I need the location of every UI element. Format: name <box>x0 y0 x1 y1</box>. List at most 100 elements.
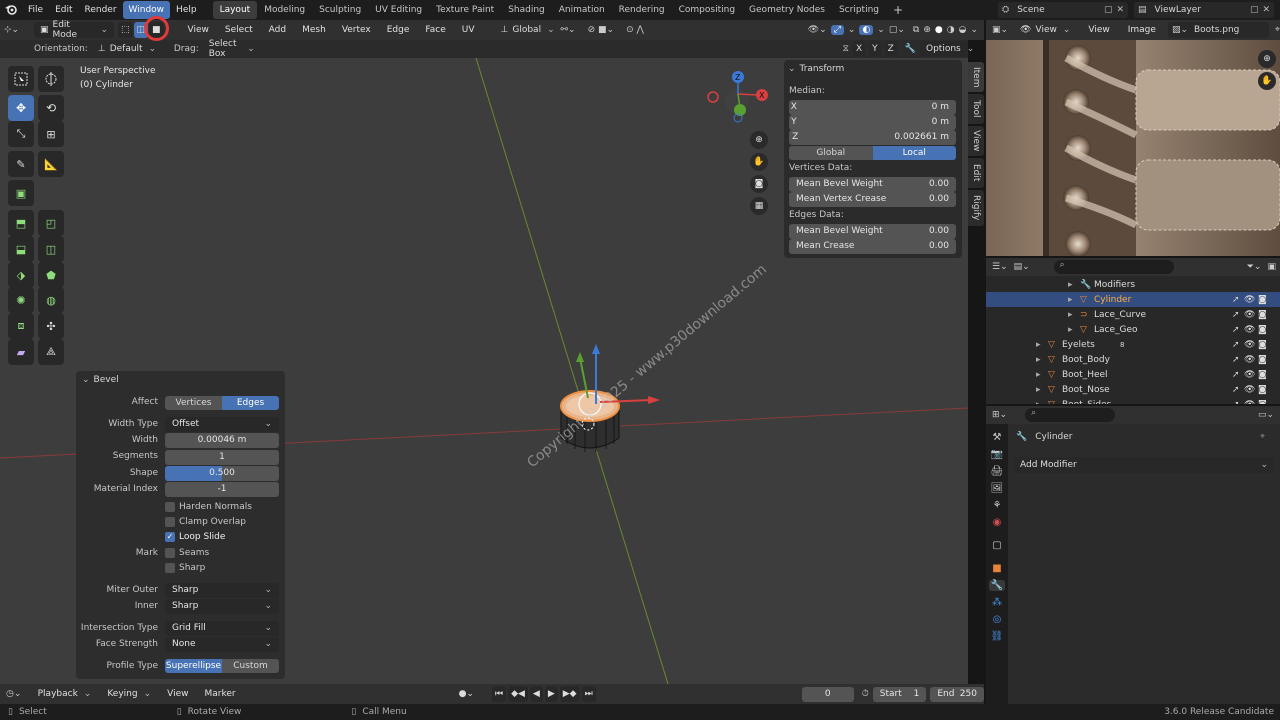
sharp-checkbox[interactable]: Sharp <box>165 563 205 573</box>
tab-scripting[interactable]: Scripting <box>832 1 886 19</box>
snap-icon[interactable]: ⊘ ■⌄ <box>588 25 614 35</box>
select-arrow-icon[interactable]: ➚ <box>1232 295 1240 305</box>
current-frame-field[interactable]: 0 <box>801 686 854 702</box>
mean-crease-field[interactable]: Mean Crease 0.00 <box>789 239 956 254</box>
profile-custom-toggle[interactable]: Custom <box>222 659 279 673</box>
timeline-view-menu[interactable]: View <box>161 685 194 703</box>
copy-icon[interactable]: ▢ <box>1250 5 1259 15</box>
menu-window[interactable]: Window <box>122 1 171 19</box>
mode-dropdown[interactable]: ▣ Edit Mode <box>34 20 114 40</box>
material-shading-icon[interactable]: ◑ <box>947 25 955 35</box>
intersection-type-dropdown[interactable]: Grid Fill <box>165 621 279 636</box>
material-index-field[interactable]: -1 <box>165 482 279 497</box>
annotate-tool[interactable]: ✎ <box>8 151 34 177</box>
image-editor-image-menu[interactable]: Image <box>1122 21 1162 39</box>
camera-icon[interactable]: ◙ <box>1258 355 1267 365</box>
outliner-row[interactable]: ▸ ▽ Boot_Heel ➚ 👁 ◙ <box>986 367 1280 382</box>
menu-file[interactable]: File <box>22 1 49 19</box>
miter-outer-dropdown[interactable]: Sharp <box>165 583 279 598</box>
properties-search-input[interactable]: ⌕ <box>1025 408 1116 422</box>
eye-icon[interactable]: 👁 <box>1244 340 1255 350</box>
select-arrow-icon[interactable]: ➚ <box>1232 355 1240 365</box>
view-layer-tab-icon[interactable]: 🖼 <box>991 483 1004 494</box>
profile-superellipse-toggle[interactable]: Superellipse <box>165 659 222 673</box>
menu-edit[interactable]: Edit <box>49 1 78 19</box>
median-z-field[interactable]: Z 0.002661 m <box>789 130 956 145</box>
harden-normals-checkbox[interactable]: Harden Normals <box>165 502 252 512</box>
segments-field[interactable]: 1 <box>165 450 279 465</box>
menu-mesh[interactable]: Mesh <box>296 21 332 39</box>
measure-tool[interactable]: 📐 <box>38 151 64 177</box>
affect-vertices-toggle[interactable]: Vertices <box>165 396 222 410</box>
eye-icon[interactable]: 👁 <box>1244 325 1255 335</box>
mean-bevel-weight-edge-field[interactable]: Mean Bevel Weight 0.00 <box>789 224 956 239</box>
select-box-tool[interactable] <box>8 66 34 92</box>
display-mode-icon[interactable]: ▤⌄ <box>1014 262 1030 272</box>
shape-slider[interactable]: 0.500 <box>165 466 279 481</box>
inset-tool[interactable]: ◰ <box>38 210 64 236</box>
camera-icon[interactable]: ◙ <box>1258 325 1267 335</box>
tab-item[interactable]: Item <box>968 62 984 92</box>
eye-icon[interactable]: 👁 <box>1244 355 1255 365</box>
wrench-icon[interactable]: 🔧 <box>905 44 916 54</box>
tab-sculpting[interactable]: Sculpting <box>312 1 368 19</box>
eye-icon[interactable]: 👁 <box>1244 400 1255 405</box>
smooth-tool[interactable]: ◍ <box>38 287 64 313</box>
menu-add[interactable]: Add <box>263 21 292 39</box>
menu-edge[interactable]: Edge <box>381 21 416 39</box>
image-editor-view-menu[interactable]: View <box>1082 21 1115 39</box>
select-arrow-icon[interactable]: ➚ <box>1232 325 1240 335</box>
output-tab-icon[interactable]: 🖨 <box>991 466 1004 477</box>
eye-icon[interactable]: 👁 <box>1244 385 1255 395</box>
move-tool[interactable]: ✥ <box>8 95 34 121</box>
xray-icon[interactable]: ⧉ <box>913 25 919 35</box>
end-frame-field[interactable]: End 250 <box>930 686 984 702</box>
camera-icon[interactable]: ◙ <box>1258 370 1267 380</box>
solid-shading-icon[interactable]: ● <box>935 25 943 35</box>
close-icon[interactable]: ✕ <box>1116 5 1124 15</box>
camera-icon[interactable]: ◙ <box>1258 340 1267 350</box>
tab-rigify[interactable]: Rigify <box>968 190 984 226</box>
drag-dropdown[interactable]: Select Box <box>202 39 261 59</box>
keying-menu[interactable]: Keying <box>101 685 157 703</box>
editor-type-icon[interactable]: ⊹⌄ <box>4 25 30 35</box>
menu-face[interactable]: Face <box>419 21 451 39</box>
add-workspace-icon[interactable]: + <box>886 1 910 19</box>
outliner-type-icon[interactable]: ☰⌄ <box>992 262 1008 272</box>
knife-tool[interactable]: ⬗ <box>8 262 34 288</box>
particles-tab-icon[interactable]: ⁂ <box>992 597 1002 608</box>
eye-icon[interactable]: 👁 <box>1244 295 1255 305</box>
close-icon[interactable]: ✕ <box>1262 5 1270 15</box>
boots-image[interactable]: ⊕ ✋ <box>986 40 1280 256</box>
perspective-grid-icon[interactable]: ▦ <box>750 197 768 215</box>
disclosure-triangle-icon[interactable]: ▸ <box>1068 280 1073 290</box>
pin-icon[interactable]: ⌖ <box>1275 25 1280 35</box>
next-keyframe-icon[interactable]: ▶◆ <box>559 686 580 702</box>
menu-uv[interactable]: UV <box>456 21 481 39</box>
rotate-tool[interactable]: ⟲ <box>38 95 64 121</box>
tab-shading[interactable]: Shading <box>501 1 552 19</box>
axis-x-toggle[interactable]: X <box>852 41 866 57</box>
menu-vertex[interactable]: Vertex <box>336 21 377 39</box>
scene-tab-icon[interactable]: ⚘ <box>993 500 1002 511</box>
outliner-row[interactable]: ▸ ▽ Cylinder ➚ 👁 ◙ <box>986 292 1280 307</box>
jump-end-icon[interactable]: ⏭ <box>581 686 596 702</box>
vertex-select-icon[interactable]: ⬚ <box>118 22 133 38</box>
image-editor-view-dropdown[interactable]: 👁 View <box>1014 22 1077 38</box>
rendered-shading-icon[interactable]: ◒ <box>959 25 967 35</box>
tab-texture-paint[interactable]: Texture Paint <box>429 1 501 19</box>
clamp-overlap-checkbox[interactable]: Clamp Overlap <box>165 517 246 527</box>
outliner-row[interactable]: ▸ ⊃ Lace_Curve ➚ 👁 ◙ <box>986 307 1280 322</box>
seams-checkbox[interactable]: Seams <box>165 548 209 558</box>
image-pan-icon[interactable]: ✋ <box>1258 72 1276 90</box>
poly-build-tool[interactable]: ⬟ <box>38 262 64 288</box>
menu-render[interactable]: Render <box>79 1 123 19</box>
inner-dropdown[interactable]: Sharp <box>165 599 279 614</box>
select-arrow-icon[interactable]: ➚ <box>1232 370 1240 380</box>
shear-tool[interactable]: ▰ <box>8 339 34 365</box>
median-y-field[interactable]: Y0 m <box>789 115 956 130</box>
scene-selector[interactable]: ⛭ Scene ▢ ✕ <box>998 2 1128 18</box>
mesh-edit-overlay-icon[interactable]: ▢⌄ <box>889 25 905 35</box>
tab-uv-editing[interactable]: UV Editing <box>368 1 429 19</box>
gizmo-icon[interactable]: ⤢ <box>830 25 844 35</box>
